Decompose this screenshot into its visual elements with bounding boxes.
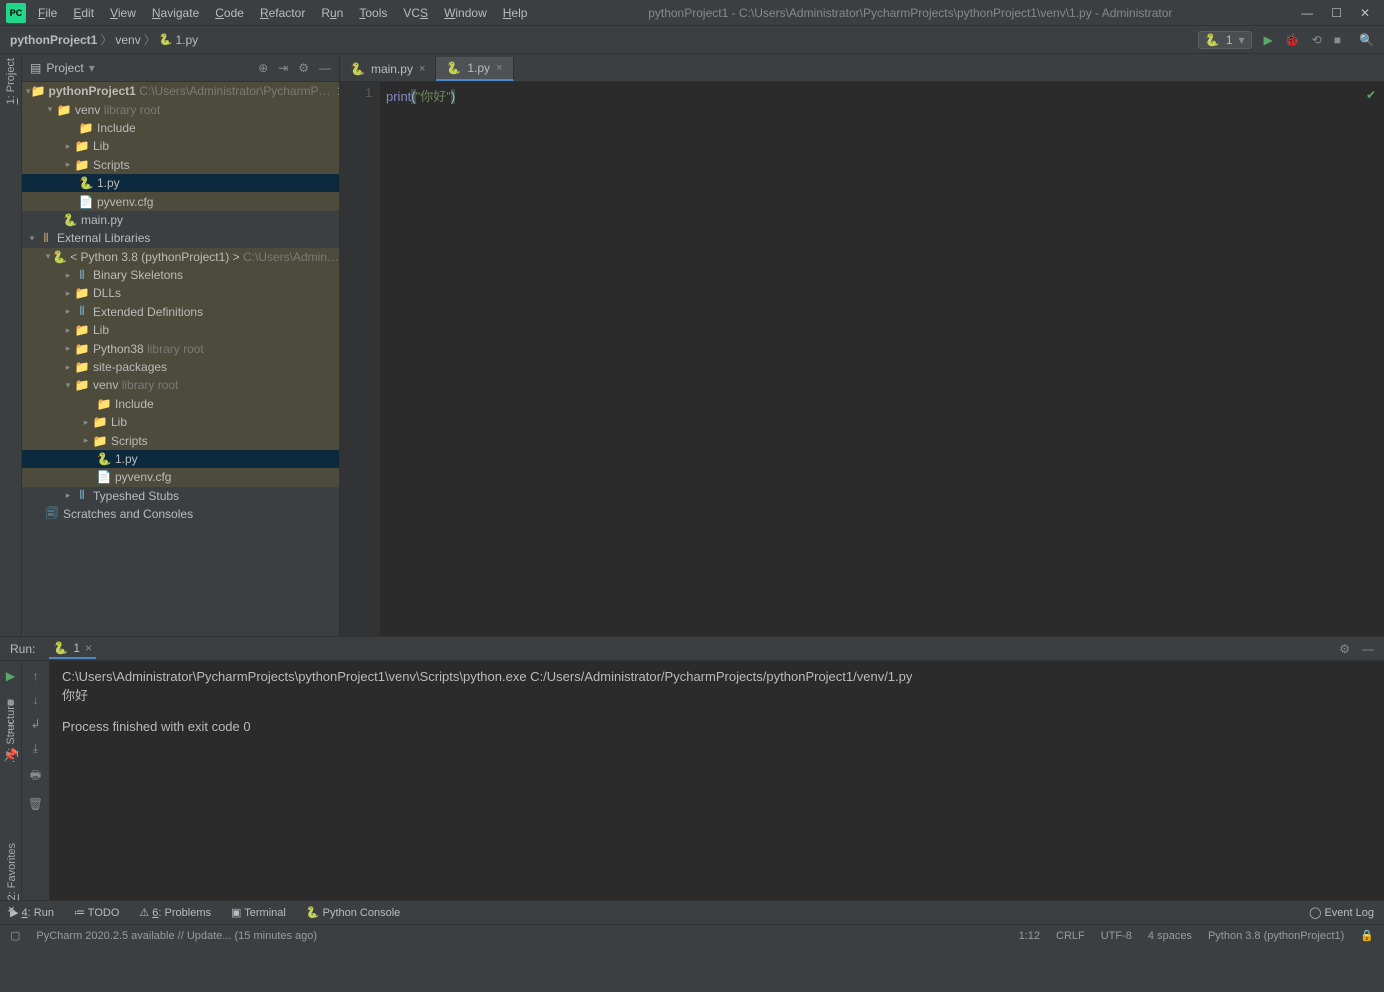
down-icon[interactable]: ↓ (33, 693, 39, 707)
app-icon: PC (6, 3, 26, 23)
window-title: pythonProject1 - C:\Users\Administrator\… (533, 6, 1287, 20)
menu-code[interactable]: Code (209, 6, 250, 20)
line-number: 1 (340, 86, 372, 100)
breadcrumb-venv[interactable]: venv (115, 33, 140, 47)
code-editor[interactable]: print("你好") (380, 82, 1384, 636)
print-icon[interactable]: 🖶 (30, 766, 41, 787)
close-tab-icon[interactable]: × (496, 62, 502, 74)
maximize-icon[interactable]: ☐ (1331, 6, 1342, 20)
run-config-selector[interactable]: 🐍 1 ▾ (1198, 31, 1252, 49)
wrap-icon[interactable]: ↲ (30, 717, 40, 731)
close-icon[interactable]: ✕ (1360, 6, 1370, 20)
project-view-icon: ▤ (30, 61, 41, 75)
chevron-down-icon: ▾ (89, 61, 95, 75)
status-box-icon[interactable]: ▢ (10, 929, 20, 942)
menu-help[interactable]: Help (497, 6, 534, 20)
collapse-all-icon[interactable]: ⇥ (278, 61, 288, 75)
run-tab-1[interactable]: 🐍1× (49, 639, 96, 659)
tool-todo[interactable]: ≔ TODO (74, 906, 119, 919)
tab-1py[interactable]: 🐍1.py× (436, 57, 513, 81)
menu-run[interactable]: Run (315, 6, 349, 20)
tool-python-console[interactable]: 🐍 Python Console (306, 906, 400, 919)
tool-terminal[interactable]: ▣ Terminal (231, 906, 286, 919)
breadcrumb-file[interactable]: 1.py (175, 33, 198, 47)
minimize-icon[interactable]: — (1301, 6, 1313, 20)
indent[interactable]: 4 spaces (1148, 930, 1192, 942)
menu-view[interactable]: View (104, 6, 142, 20)
tool-problems[interactable]: ⚠ 6: Problems (139, 906, 211, 919)
caret-position[interactable]: 1:12 (1019, 930, 1040, 942)
line-separator[interactable]: CRLF (1056, 930, 1085, 942)
up-icon[interactable]: ↑ (33, 669, 39, 683)
breadcrumb: pythonProject1 〉 venv 〉 🐍 1.py (10, 31, 198, 48)
run-config-name: 1 (1226, 33, 1233, 47)
dock-structure[interactable]: ..7: Structure (5, 700, 17, 763)
gear-icon[interactable]: ⚙ (1339, 642, 1350, 656)
console-output[interactable]: C:\Users\Administrator\PycharmProjects\p… (50, 661, 1384, 900)
dock-project[interactable]: 1: Project (5, 58, 17, 104)
coverage-button[interactable]: ⟲ (1312, 33, 1322, 47)
python-file-icon: 🐍 (159, 33, 173, 46)
dock-favorites[interactable]: ★ 2: Favorites (5, 843, 18, 917)
close-tab-icon[interactable]: × (419, 63, 425, 75)
python-icon: 🐍 (1205, 33, 1220, 47)
menu-navigate[interactable]: Navigate (146, 6, 205, 20)
menu-vcs[interactable]: VCS (397, 6, 434, 20)
menubar: File Edit View Navigate Code Refactor Ru… (32, 6, 533, 20)
settings-icon[interactable]: ⚙ (298, 61, 309, 75)
scroll-icon[interactable]: ⤓ (33, 741, 38, 756)
trash-icon[interactable]: 🗑 (28, 797, 43, 811)
run-button[interactable]: ▶ (1264, 33, 1273, 47)
breadcrumb-root[interactable]: pythonProject1 (10, 33, 97, 47)
status-message[interactable]: PyCharm 2020.2.5 available // Update... … (36, 930, 317, 942)
stop-button[interactable]: ■ (1334, 33, 1341, 47)
project-panel-title[interactable]: ▤ Project ▾ (30, 61, 95, 75)
hide-panel-icon[interactable]: — (319, 61, 331, 75)
menu-refactor[interactable]: Refactor (254, 6, 311, 20)
chevron-down-icon: ▾ (1239, 33, 1245, 47)
project-tree[interactable]: ▾📁pythonProject1 C:\Users\Administrator\… (22, 82, 339, 636)
tab-mainpy[interactable]: 🐍main.py× (340, 57, 436, 81)
menu-edit[interactable]: Edit (67, 6, 100, 20)
menu-window[interactable]: Window (438, 6, 493, 20)
file-encoding[interactable]: UTF-8 (1101, 930, 1132, 942)
menu-tools[interactable]: Tools (353, 6, 393, 20)
search-everywhere-icon[interactable]: 🔍 (1359, 33, 1374, 47)
close-tab-icon[interactable]: × (85, 641, 92, 655)
lock-icon[interactable]: 🔒 (1360, 929, 1374, 942)
event-log[interactable]: ◯ Event Log (1309, 906, 1374, 919)
inspections-ok-icon[interactable]: ✔ (1366, 88, 1376, 102)
debug-button[interactable]: 🐞 (1285, 33, 1300, 47)
menu-file[interactable]: File (32, 6, 63, 20)
hide-icon[interactable]: — (1362, 642, 1374, 656)
locate-icon[interactable]: ⊕ (258, 61, 268, 75)
interpreter[interactable]: Python 3.8 (pythonProject1) (1208, 930, 1344, 942)
